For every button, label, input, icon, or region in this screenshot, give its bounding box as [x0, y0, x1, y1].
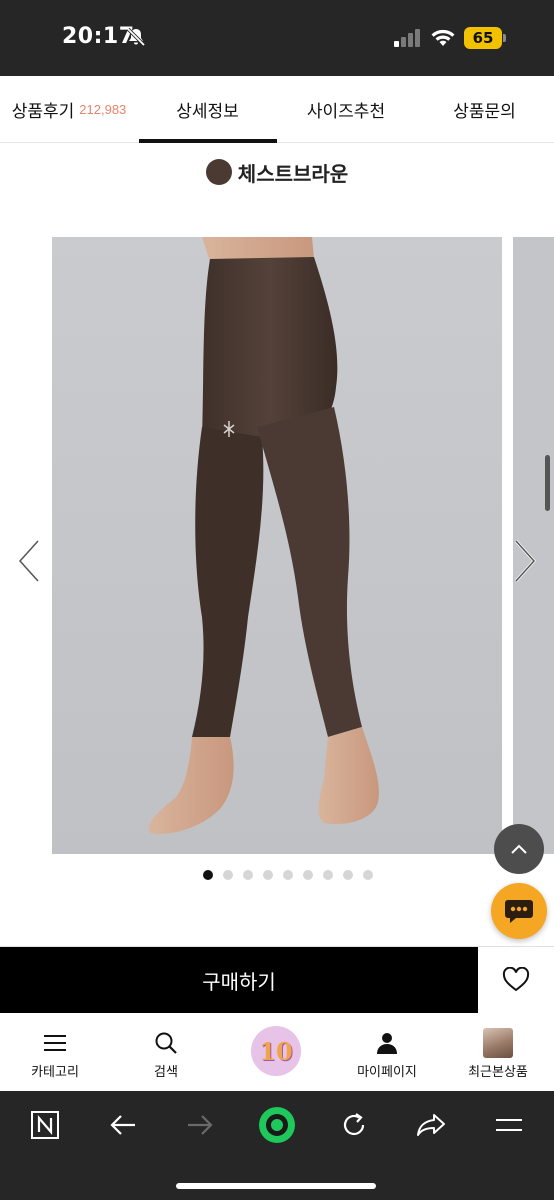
- carousel-dot[interactable]: [223, 870, 233, 880]
- carousel-pagination: [0, 870, 554, 882]
- active-tab-underline: [139, 139, 277, 143]
- naver-n-icon[interactable]: [23, 1107, 67, 1143]
- purchase-bar: 구매하기: [0, 946, 554, 1013]
- recent-product-thumbnail: [443, 1027, 553, 1059]
- heart-icon: [502, 967, 530, 992]
- forward-arrow-icon: [178, 1107, 222, 1143]
- menu-icon: [0, 1027, 110, 1059]
- carousel-dot[interactable]: [243, 870, 253, 880]
- tab-inquiry-label: 상품문의: [453, 102, 516, 122]
- nav-my-page-label: 마이페이지: [357, 1065, 417, 1080]
- tab-details[interactable]: 상세정보: [138, 76, 277, 143]
- tab-product-inquiry[interactable]: 상품문의: [415, 76, 554, 143]
- page-scroll-indicator[interactable]: [545, 455, 550, 511]
- leggings-photo: [52, 237, 502, 854]
- product-image[interactable]: [52, 237, 502, 854]
- bottom-navigation: 카테고리 검색 10 마이페이지 최근본상품: [0, 1013, 554, 1091]
- carousel-dot[interactable]: [343, 870, 353, 880]
- nav-my-page[interactable]: 마이페이지: [332, 1013, 442, 1091]
- status-bar: 20:17 65: [0, 0, 554, 76]
- share-icon[interactable]: [409, 1107, 453, 1143]
- nav-search-label: 검색: [154, 1065, 178, 1080]
- carousel-dot[interactable]: [203, 870, 213, 880]
- reload-icon[interactable]: [332, 1107, 376, 1143]
- wifi-icon: [431, 29, 455, 46]
- color-option-label: 체스트브라운: [0, 155, 554, 189]
- nav-category[interactable]: 카테고리: [0, 1013, 110, 1091]
- home-indicator[interactable]: [176, 1183, 376, 1189]
- chevron-right-icon[interactable]: [508, 536, 540, 586]
- battery-level: 65: [464, 27, 502, 49]
- color-name: 체스트브라운: [237, 161, 349, 186]
- chevron-up-icon: [511, 844, 527, 854]
- nav-recent-label: 최근본상품: [468, 1065, 528, 1080]
- chevron-left-icon[interactable]: [14, 536, 46, 586]
- color-swatch: [205, 159, 232, 185]
- buy-button[interactable]: 구매하기: [0, 947, 478, 1013]
- green-home-icon[interactable]: [255, 1107, 299, 1143]
- nav-recently-viewed[interactable]: 최근본상품: [443, 1013, 553, 1091]
- wishlist-button[interactable]: [478, 947, 554, 1013]
- carousel-dot[interactable]: [363, 870, 373, 880]
- nav-promo-badge[interactable]: 10: [221, 1013, 331, 1091]
- chat-button[interactable]: [491, 883, 547, 939]
- battery-icon: 65: [464, 27, 506, 49]
- carousel-dot[interactable]: [303, 870, 313, 880]
- scroll-to-top-button[interactable]: [494, 824, 544, 874]
- tab-size-label: 사이즈추천: [306, 102, 386, 122]
- nav-search[interactable]: 검색: [111, 1013, 221, 1091]
- signal-icon: [394, 29, 420, 47]
- tab-details-label: 상세정보: [176, 102, 239, 122]
- battery-cap: [503, 34, 506, 42]
- search-icon: [111, 1027, 221, 1059]
- tab-reviews[interactable]: 상품후기 212,983: [0, 76, 138, 143]
- carousel-dot[interactable]: [323, 870, 333, 880]
- back-arrow-icon[interactable]: [101, 1107, 145, 1143]
- tab-size-recommendation[interactable]: 사이즈추천: [277, 76, 415, 143]
- person-icon: [332, 1027, 442, 1059]
- chat-bubble-icon: [505, 900, 533, 923]
- tab-reviews-label: 상품후기: [11, 102, 75, 122]
- carousel-dot[interactable]: [263, 870, 273, 880]
- promo-badge: 10: [251, 1026, 301, 1076]
- bell-slash-icon: [126, 27, 146, 47]
- review-count: 212,983: [79, 102, 127, 117]
- menu-icon[interactable]: [487, 1107, 531, 1143]
- carousel-dot[interactable]: [283, 870, 293, 880]
- product-tabs: 상품후기 212,983 상세정보 사이즈추천 상품문의: [0, 76, 554, 143]
- status-time: 20:17: [62, 24, 135, 49]
- nav-category-label: 카테고리: [31, 1065, 79, 1080]
